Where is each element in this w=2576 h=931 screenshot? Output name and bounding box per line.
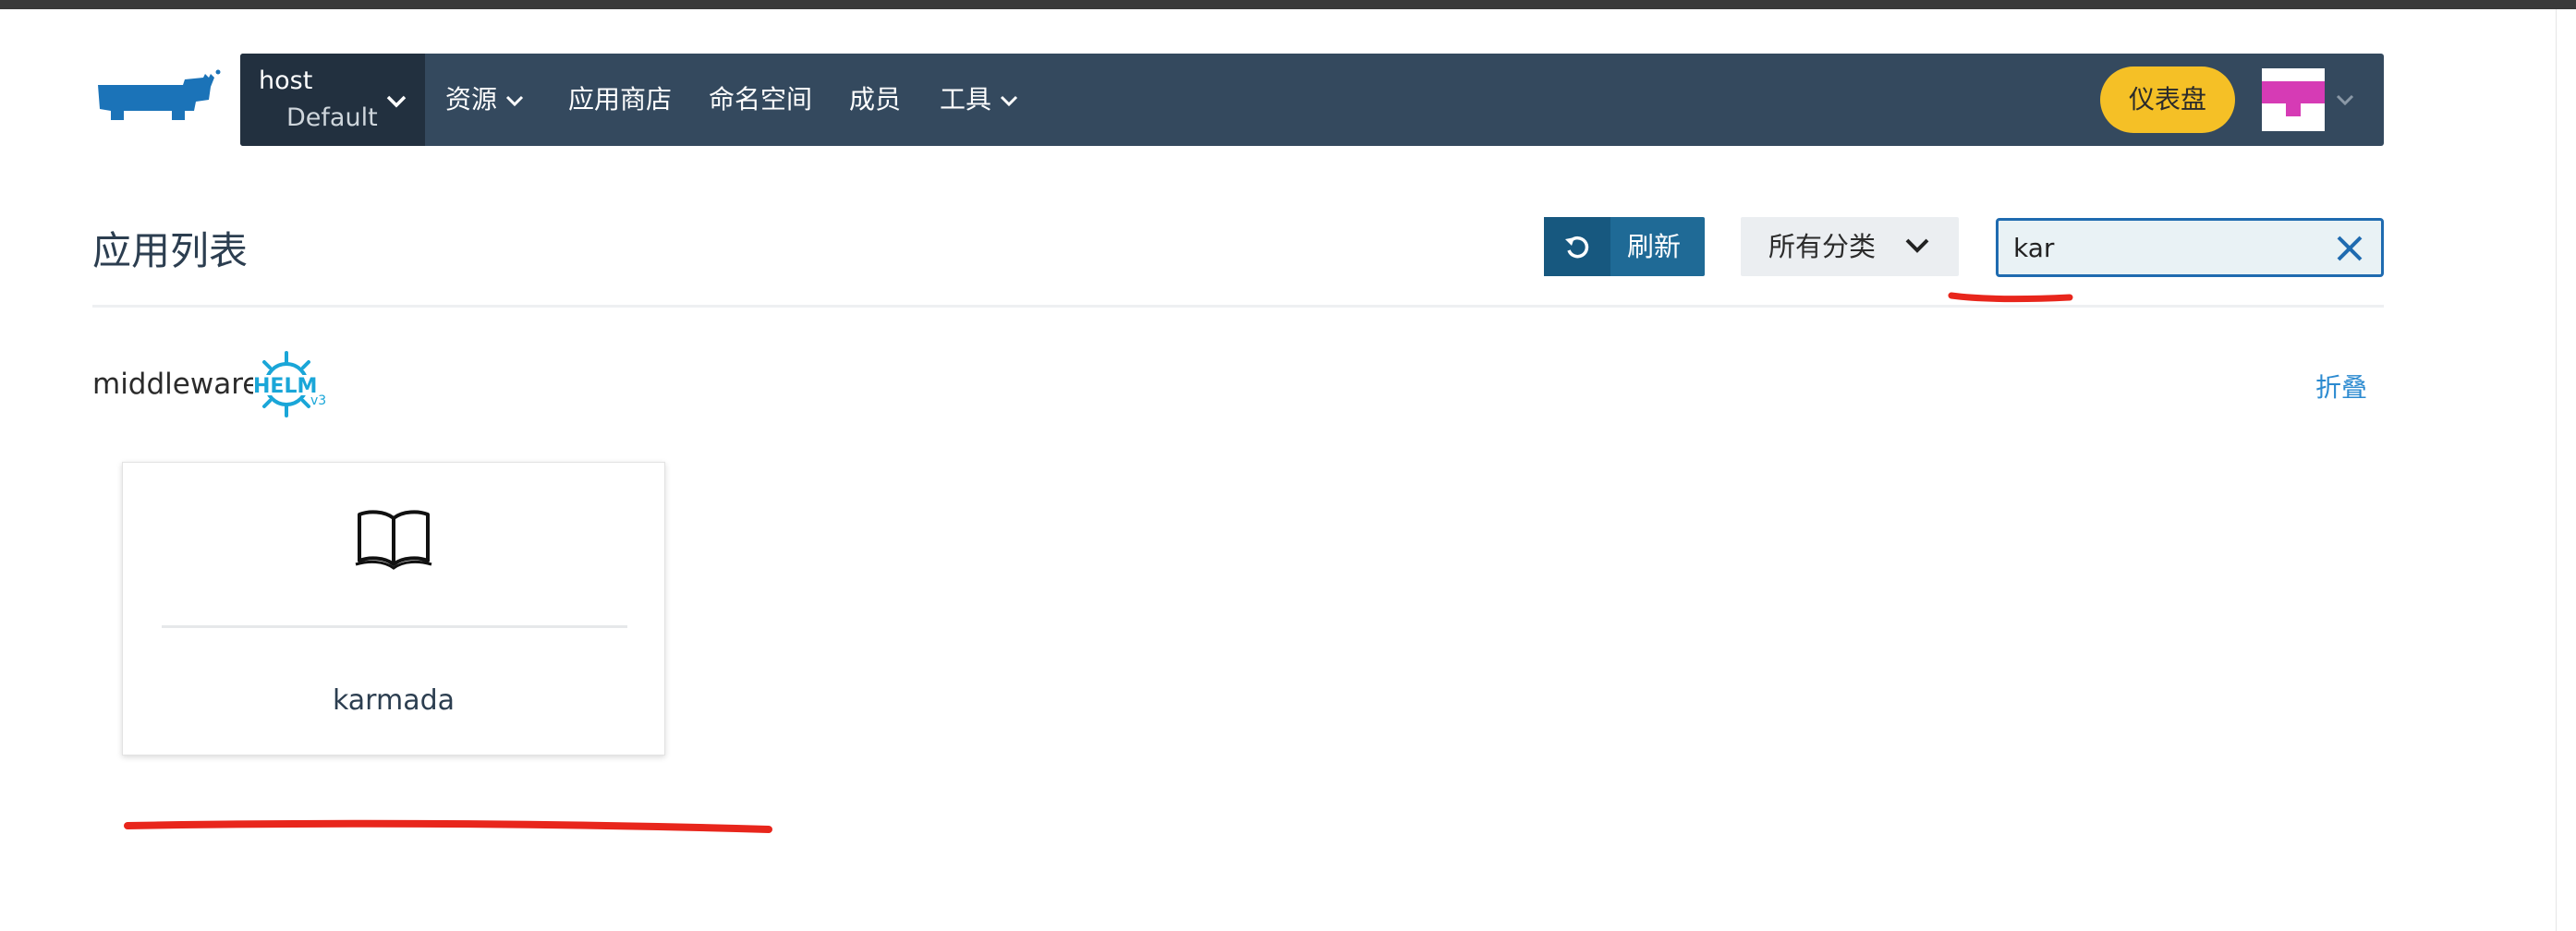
nav-item-resources[interactable]: 资源 bbox=[445, 54, 525, 146]
helm-logo-icon: HELM v3 bbox=[253, 351, 325, 417]
helm-version-text: v3 bbox=[310, 393, 325, 408]
search-box bbox=[1996, 218, 2384, 277]
nav-item-namespaces[interactable]: 命名空间 bbox=[709, 54, 812, 146]
right-edge-line bbox=[2556, 9, 2557, 931]
page-title: 应用列表 bbox=[92, 228, 249, 273]
collapse-link[interactable]: 折叠 bbox=[2315, 368, 2367, 405]
refresh-button[interactable]: 刷新 bbox=[1544, 217, 1705, 276]
card-divider bbox=[162, 625, 627, 628]
rancher-logo[interactable] bbox=[92, 66, 222, 131]
chevron-down-icon bbox=[1905, 238, 1929, 253]
annotation-underline bbox=[1948, 292, 2073, 303]
refresh-icon bbox=[1544, 217, 1610, 276]
nav-item-label: 成员 bbox=[849, 84, 902, 115]
app-card[interactable]: karmada bbox=[122, 462, 665, 756]
project-name: Default bbox=[286, 103, 378, 132]
category-select-label: 所有分类 bbox=[1768, 231, 1877, 262]
cluster-name: host bbox=[259, 66, 313, 95]
chevron-down-icon bbox=[386, 95, 407, 108]
annotation-underline bbox=[124, 819, 772, 833]
app-name: karmada bbox=[332, 684, 456, 717]
book-icon bbox=[355, 510, 432, 570]
chevron-down-icon bbox=[505, 95, 524, 107]
top-window-strip bbox=[0, 0, 2576, 9]
nav-item-label: 应用商店 bbox=[568, 84, 673, 115]
nav-item-label: 资源 bbox=[445, 84, 498, 115]
helm-badge-text: HELM bbox=[253, 375, 317, 398]
top-navbar: host Default 资源 应用商店 命名空间 成员 工具 仪表盘 bbox=[240, 54, 2384, 146]
nav-item-label: 工具 bbox=[940, 84, 992, 115]
nav-item-tools[interactable]: 工具 bbox=[940, 54, 1019, 146]
catalog-name: middleware bbox=[92, 368, 261, 401]
refresh-label: 刷新 bbox=[1627, 231, 1682, 262]
search-input[interactable] bbox=[1999, 221, 2327, 274]
nav-item-app-store[interactable]: 应用商店 bbox=[568, 54, 672, 146]
header-divider bbox=[92, 305, 2384, 308]
user-avatar-icon[interactable] bbox=[2262, 68, 2325, 131]
nav-item-label: 命名空间 bbox=[709, 84, 813, 115]
cluster-switcher[interactable]: host Default bbox=[240, 54, 425, 146]
close-icon[interactable] bbox=[2335, 234, 2364, 263]
nav-item-members[interactable]: 成员 bbox=[849, 54, 901, 146]
chevron-down-icon[interactable] bbox=[2334, 89, 2356, 111]
chevron-down-icon bbox=[1000, 95, 1018, 107]
category-select[interactable]: 所有分类 bbox=[1741, 217, 1959, 276]
dashboard-button[interactable]: 仪表盘 bbox=[2100, 66, 2235, 133]
